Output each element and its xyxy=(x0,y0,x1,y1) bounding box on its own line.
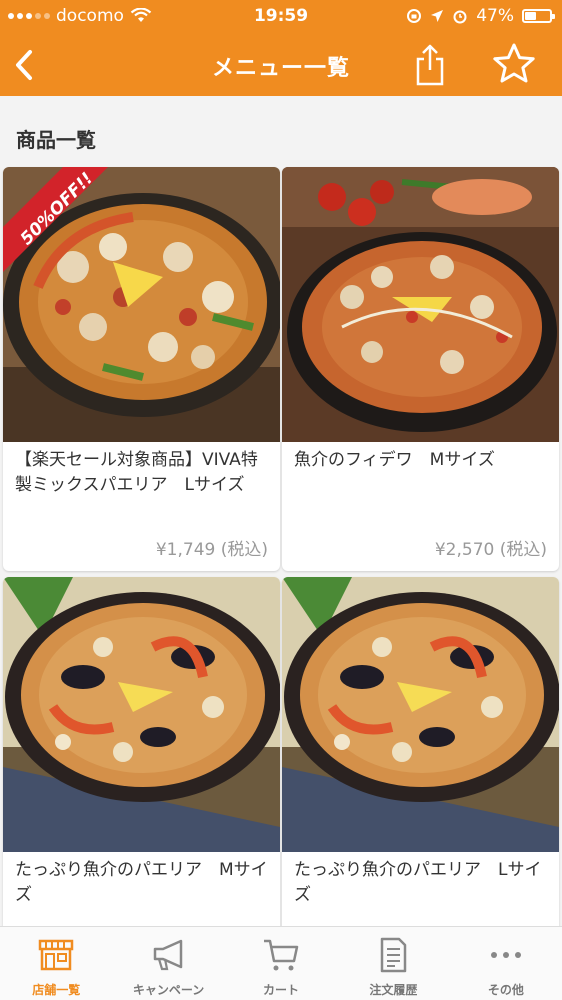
page-title: メニュー一覧 xyxy=(211,56,350,81)
battery-level xyxy=(525,12,536,20)
product-price: ¥2,570 (税込) xyxy=(434,540,547,560)
tab-label: 店舗一覧 xyxy=(32,983,81,997)
tab-store-list[interactable]: 店舗一覧 xyxy=(0,927,112,1000)
product-name: たっぷり魚介のパエリア Mサイズ xyxy=(15,860,268,905)
tab-label: カート xyxy=(263,983,300,997)
app-screen: docomo 19:59 47% メニュー一覧 商品一覧 50%OFF!! 【楽… xyxy=(0,0,562,1000)
seafood-paella-photo xyxy=(3,577,280,852)
location-icon xyxy=(431,10,444,22)
discount-badge: 50%OFF!! xyxy=(3,167,123,287)
document-icon xyxy=(381,937,407,973)
share-icon[interactable] xyxy=(408,40,452,90)
section-title: 商品一覧 xyxy=(16,128,96,152)
tab-cart[interactable]: カート xyxy=(225,927,337,1000)
rotation-lock-icon xyxy=(407,9,422,23)
battery-icon xyxy=(522,9,555,23)
tab-bar: 店舗一覧 キャンペーン カート 注文履歴 その他 xyxy=(0,926,562,1000)
alarm-icon xyxy=(453,10,467,24)
product-price: ¥1,749 (税込) xyxy=(155,540,268,560)
cart-icon xyxy=(264,939,299,971)
status-right: 47% xyxy=(406,6,555,26)
seafood-paella-photo xyxy=(282,577,559,852)
tab-campaign[interactable]: キャンペーン xyxy=(112,927,224,1000)
store-icon xyxy=(38,939,74,971)
fideua-photo xyxy=(282,167,559,442)
tab-more[interactable]: その他 xyxy=(450,927,562,1000)
nav-bar: メニュー一覧 xyxy=(0,34,562,96)
product-card[interactable]: 魚介のフィデワ Mサイズ ¥2,570 (税込) xyxy=(282,167,559,571)
battery-percent: 47% xyxy=(476,6,514,26)
star-outline-icon[interactable] xyxy=(490,40,538,88)
product-card[interactable]: 50%OFF!! 【楽天セール対象商品】VIVA特製ミックスパエリア Lサイズ … xyxy=(3,167,280,571)
more-icon xyxy=(490,952,521,958)
product-name: 【楽天セール対象商品】VIVA特製ミックスパエリア Lサイズ xyxy=(15,450,258,495)
tab-order-history[interactable]: 注文履歴 xyxy=(337,927,449,1000)
product-card[interactable]: たっぷり魚介のパエリア Lサイズ xyxy=(282,577,559,937)
product-card[interactable]: たっぷり魚介のパエリア Mサイズ xyxy=(3,577,280,937)
megaphone-icon xyxy=(153,939,182,971)
product-name: 魚介のフィデワ Mサイズ xyxy=(294,450,495,470)
status-bar: docomo 19:59 47% xyxy=(0,0,562,34)
tab-label: キャンペーン xyxy=(132,983,205,997)
tab-label: その他 xyxy=(487,983,524,997)
tab-label: 注文履歴 xyxy=(369,983,418,997)
product-name: たっぷり魚介のパエリア Lサイズ xyxy=(294,860,542,905)
